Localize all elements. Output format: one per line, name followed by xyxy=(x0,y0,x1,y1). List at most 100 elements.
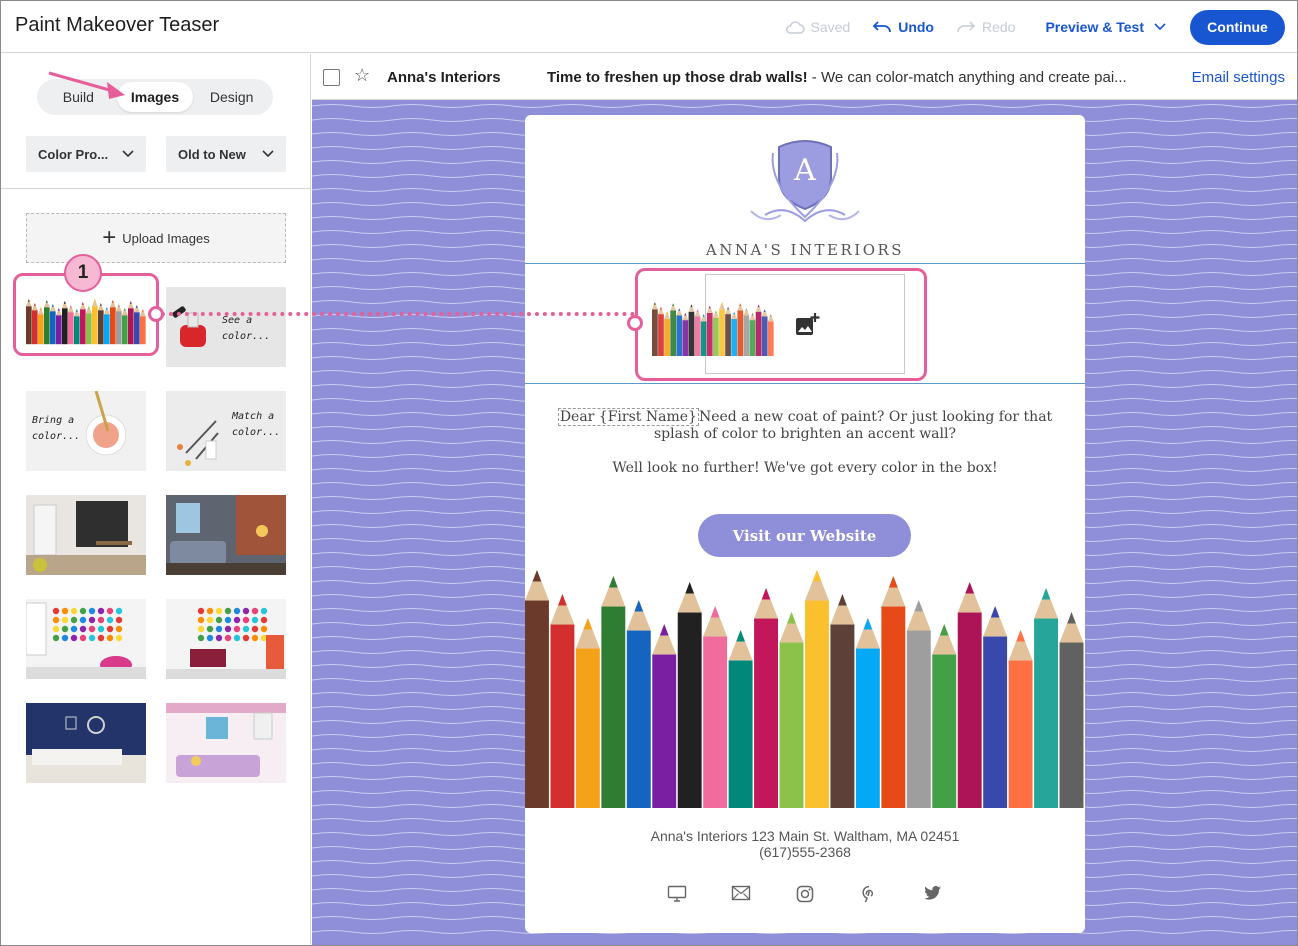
color-dot xyxy=(224,607,232,615)
pencil-lead xyxy=(863,618,873,630)
mail-icon[interactable] xyxy=(709,885,773,903)
color-dot xyxy=(106,634,114,642)
color-dot xyxy=(233,634,241,642)
star-icon[interactable]: ☆ xyxy=(354,65,370,86)
image-thumb-living-room[interactable] xyxy=(166,495,286,575)
image-thumb-office[interactable] xyxy=(26,495,146,575)
pencil-lead xyxy=(558,594,567,606)
color-dot xyxy=(233,616,241,624)
app-window: Paint Makeover Teaser Saved Undo Redo Pr… xyxy=(0,0,1298,946)
subject-line: Time to freshen up those drab walls! - W… xyxy=(547,69,1177,86)
pencil xyxy=(983,636,1008,808)
color-dot xyxy=(52,634,60,642)
pencil xyxy=(703,636,728,808)
pencil-lead xyxy=(761,588,771,600)
top-actions: Saved Undo Redo Preview & Test Continue xyxy=(763,1,1285,53)
color-dot xyxy=(106,607,114,615)
highlight-drop-target xyxy=(635,268,927,381)
email-settings-link[interactable]: Email settings xyxy=(1192,69,1285,86)
color-dot xyxy=(251,607,259,615)
undo-button[interactable]: Undo xyxy=(872,19,934,35)
merge-field[interactable]: Dear {First Name} xyxy=(557,408,699,426)
pencil xyxy=(830,624,855,808)
logo-name: ANNA'S INTERIORS xyxy=(705,241,905,259)
footer-line-1: Anna's Interiors 123 Main St. Waltham, M… xyxy=(650,828,960,844)
redo-icon xyxy=(957,21,976,33)
hero-image[interactable] xyxy=(525,570,1085,808)
image-thumb-paint-cup[interactable]: Bring a color... xyxy=(26,391,146,471)
chevron-down-icon xyxy=(1154,23,1166,31)
color-dot xyxy=(70,616,78,624)
thumb-caption: See a color... xyxy=(222,315,271,342)
pencil-lead xyxy=(1041,588,1051,600)
email-canvas: A ANNA'S INTERIORS Dear {First Name} Need… xyxy=(312,100,1297,945)
continue-button[interactable]: Continue xyxy=(1190,9,1285,45)
pencil-lead xyxy=(812,570,822,582)
color-dot xyxy=(206,616,214,624)
drag-start-node xyxy=(148,306,164,322)
sort-select[interactable]: Old to New xyxy=(166,136,286,172)
pencil-lead xyxy=(1016,630,1025,642)
color-dot xyxy=(197,625,205,633)
saved-label: Saved xyxy=(810,19,851,35)
color-dot xyxy=(115,625,123,633)
email-body: A ANNA'S INTERIORS Dear {First Name} Need… xyxy=(525,115,1085,933)
color-dot xyxy=(97,607,105,615)
color-dot xyxy=(251,625,259,633)
redo-button[interactable]: Redo xyxy=(956,19,1015,35)
living-room-image xyxy=(166,495,286,575)
color-dot xyxy=(197,607,205,615)
pencil xyxy=(677,612,702,808)
girls-room-image xyxy=(166,703,286,783)
pencil-lead xyxy=(889,576,898,588)
pencil-lead xyxy=(609,576,618,588)
pinterest-icon[interactable] xyxy=(837,885,901,903)
image-thumb-nail-polish[interactable]: See a color... xyxy=(166,287,286,367)
paragraph-2: Well look no further! We've got every co… xyxy=(612,460,998,476)
pencil xyxy=(575,648,600,808)
select-checkbox[interactable] xyxy=(323,69,340,86)
color-dot xyxy=(88,607,96,615)
twitter-icon[interactable] xyxy=(901,885,965,903)
social-icons xyxy=(525,885,1085,903)
image-thumb-girls-room[interactable] xyxy=(166,703,286,783)
upload-images-button[interactable]: + Upload Images xyxy=(26,213,286,263)
pencil xyxy=(728,660,753,808)
color-dot xyxy=(52,616,60,624)
desktop-icon[interactable] xyxy=(645,885,709,903)
tab-design[interactable]: Design xyxy=(193,82,270,112)
color-dot xyxy=(215,625,223,633)
logo-letter: A xyxy=(794,153,816,188)
hero-pencils-image xyxy=(525,570,1084,808)
pencil-lead xyxy=(710,606,720,618)
instagram-icon[interactable] xyxy=(773,885,837,903)
email-text-block[interactable]: Dear {First Name} Need a new coat of pain… xyxy=(545,408,1065,494)
pencil-lead xyxy=(787,612,796,624)
preview-test-button[interactable]: Preview & Test xyxy=(1045,19,1166,35)
image-thumb-kids-room-1[interactable] xyxy=(26,599,146,679)
top-bar: Paint Makeover Teaser Saved Undo Redo Pr… xyxy=(1,1,1297,53)
color-dot xyxy=(88,625,96,633)
undo-label: Undo xyxy=(898,19,934,35)
pencil xyxy=(906,630,931,808)
color-dot xyxy=(215,616,223,624)
color-dot xyxy=(224,634,232,642)
image-thumb-kids-room-2[interactable] xyxy=(166,599,286,679)
visit-website-button[interactable]: Visit our Website xyxy=(698,514,911,557)
filter-select-value: Color Pro... xyxy=(38,146,109,162)
image-thumb-navy-room[interactable] xyxy=(26,703,146,783)
campaign-title[interactable]: Paint Makeover Teaser xyxy=(15,14,219,37)
color-dot xyxy=(79,616,87,624)
subject-preview: - We can color-match anything and create… xyxy=(807,69,1127,86)
chevron-down-icon xyxy=(262,150,274,158)
logo-block[interactable]: A ANNA'S INTERIORS xyxy=(669,133,941,265)
filter-select[interactable]: Color Pro... xyxy=(26,136,146,172)
chevron-down-icon xyxy=(122,150,134,158)
color-dot xyxy=(97,625,105,633)
redo-label: Redo xyxy=(981,19,1016,35)
color-dot xyxy=(242,616,250,624)
pencil-lead xyxy=(838,594,847,606)
color-dot xyxy=(215,634,223,642)
color-dot xyxy=(242,607,250,615)
image-thumb-brushes[interactable]: Match a color... xyxy=(166,391,286,471)
